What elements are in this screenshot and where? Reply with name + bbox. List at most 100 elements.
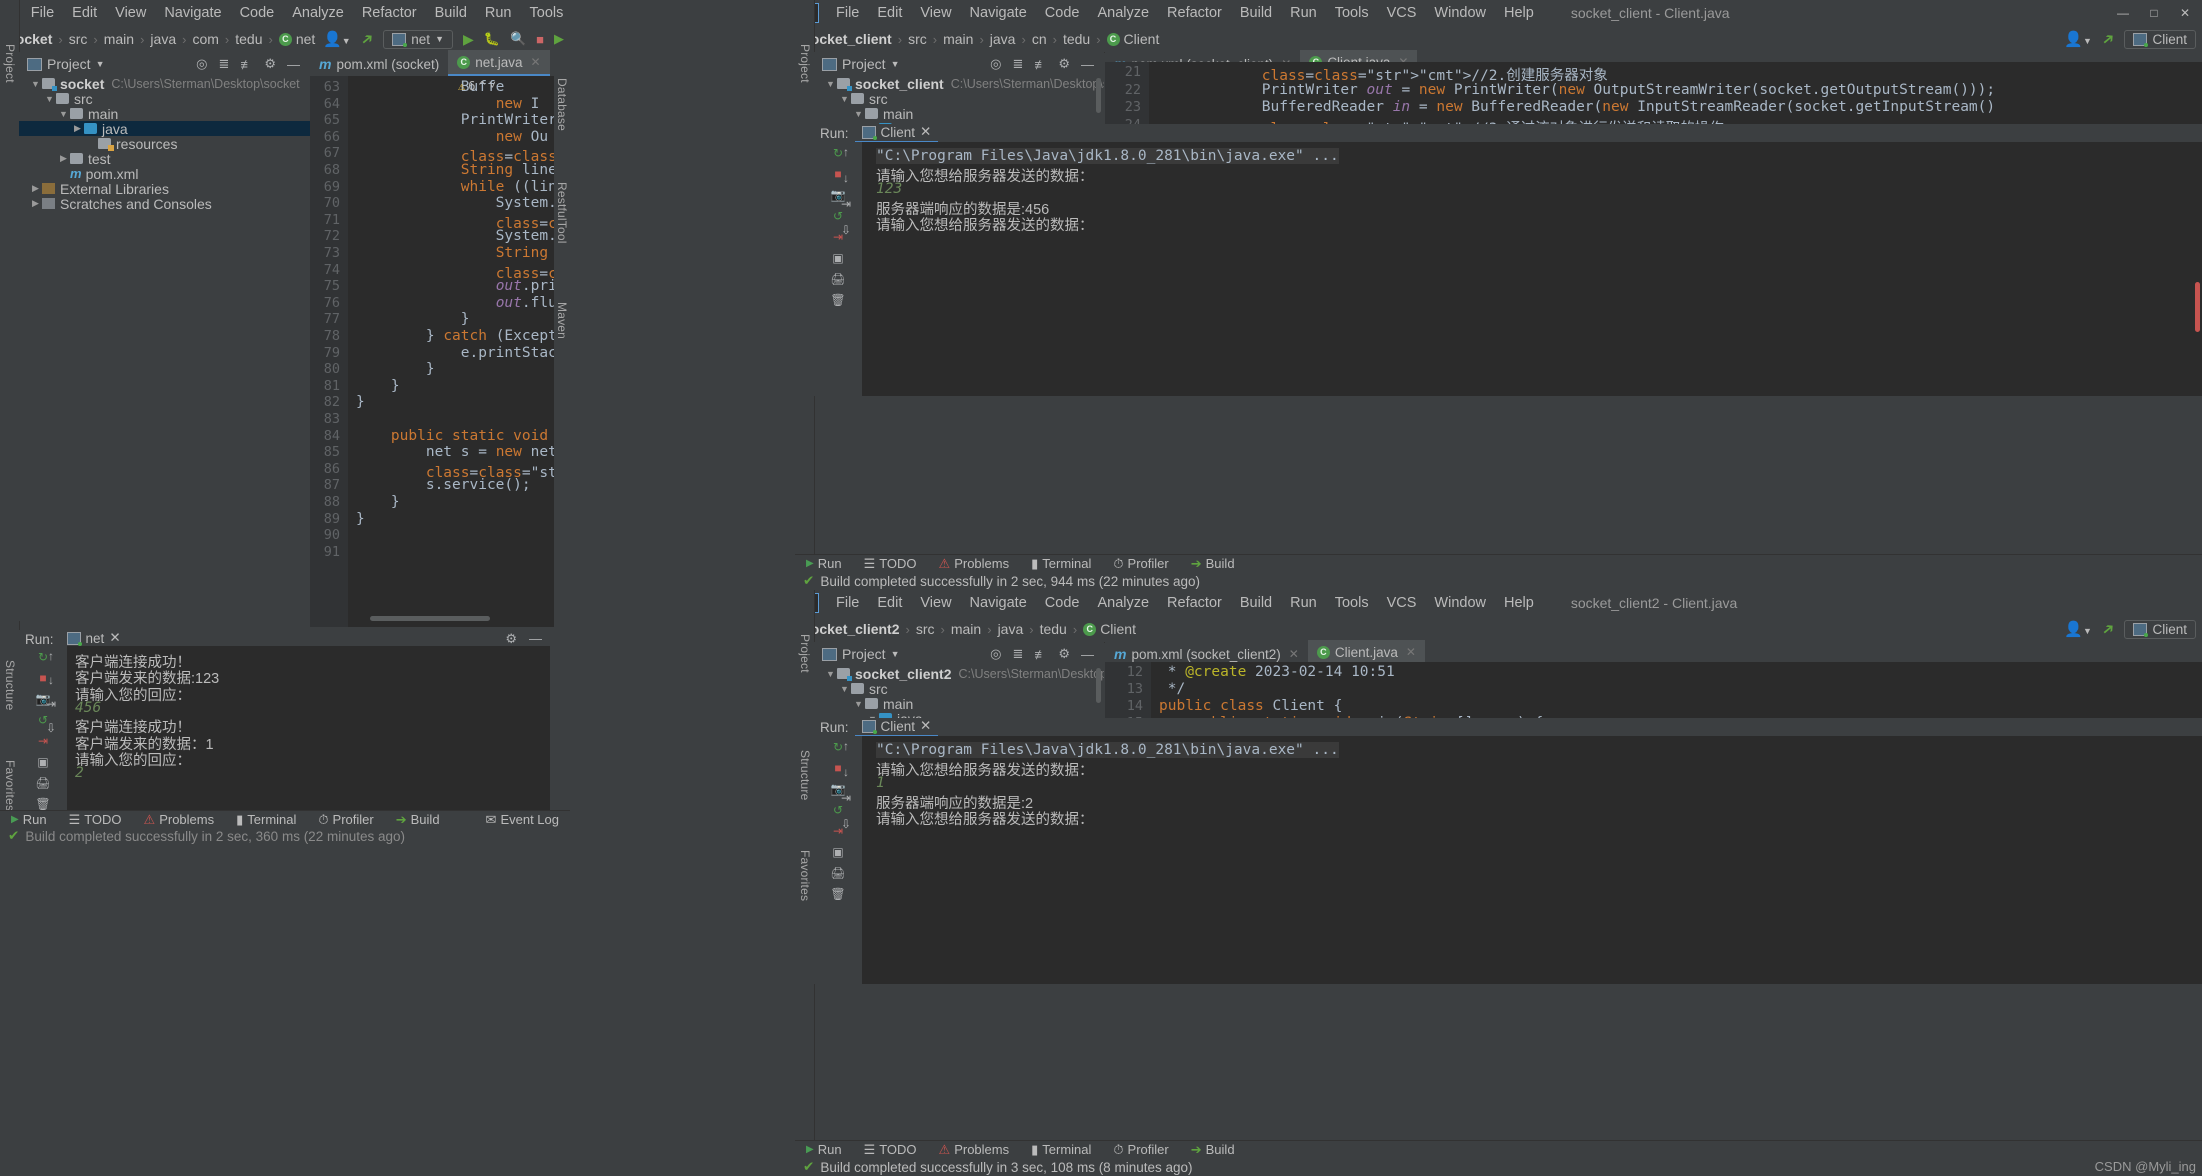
status-run-button[interactable]: ▶ Run — [795, 556, 853, 571]
tree-node-java[interactable]: ▶ java — [19, 121, 310, 137]
tree-node[interactable]: ▼ socket_client2 C:\Users\Sterman\Deskto… — [814, 666, 1104, 682]
event-log-button[interactable]: ✉ Event Log — [475, 812, 570, 828]
build-hammer-icon[interactable]: ➔ — [2098, 618, 2119, 640]
breadcrumb-java[interactable]: java — [998, 621, 1024, 637]
status-todo-button[interactable]: ☰ TODO — [853, 556, 928, 572]
code-line[interactable]: } — [356, 494, 400, 510]
code-line[interactable]: s.service(); — [356, 477, 531, 493]
menu-tools[interactable]: Tools — [1326, 5, 1378, 21]
tab-net-java[interactable]: C net.java ✕ — [448, 50, 550, 76]
code-line[interactable]: } — [356, 361, 435, 377]
editor-window2[interactable]: 2122232425 class=class="str">"cmt">//2.创… — [1105, 62, 2202, 127]
locate-icon[interactable]: ◎ — [990, 646, 1001, 662]
status-profiler-button[interactable]: ⏱ Profiler — [307, 812, 384, 828]
settings-gear-icon[interactable]: ⚙ — [505, 631, 517, 647]
tree-node[interactable]: ▼ main — [19, 106, 310, 122]
settings-gear-icon[interactable]: ⚙ — [1058, 56, 1070, 72]
close-icon[interactable]: ✕ — [1289, 647, 1299, 661]
menu-code[interactable]: Code — [1036, 595, 1089, 611]
breadcrumb-main[interactable]: main — [104, 31, 134, 47]
window-socket-client2[interactable]: IJ File Edit View Navigate Code Analyze … — [795, 590, 2202, 1176]
status-run-button[interactable]: ▶ Run — [0, 812, 58, 827]
chevron-down-icon[interactable]: ▼ — [824, 79, 837, 89]
strip-restfultool[interactable]: RestfulTool — [555, 182, 569, 244]
menu-view[interactable]: View — [106, 5, 155, 21]
menu-tools[interactable]: Tools — [1326, 595, 1378, 611]
menu-vcs[interactable]: VCS — [1378, 5, 1426, 21]
project-tool-title[interactable]: Project ▼ — [814, 646, 900, 662]
chevron-down-icon[interactable]: ▼ — [838, 94, 851, 104]
menu-help[interactable]: Help — [1495, 595, 1543, 611]
code-line[interactable]: } — [356, 394, 365, 410]
expand-all-icon[interactable]: ≣ — [1012, 646, 1023, 662]
code-line[interactable]: System.out — [356, 195, 570, 211]
minimize-button[interactable]: — — [2110, 4, 2136, 22]
hide-panel-icon[interactable]: — — [1081, 647, 1094, 662]
code-line[interactable]: } catch (Exception — [356, 328, 570, 344]
menu-run[interactable]: Run — [1281, 5, 1326, 21]
code-line[interactable]: } — [356, 378, 400, 394]
expand-all-icon[interactable]: ≣ — [1012, 56, 1023, 72]
menu-edit[interactable]: Edit — [868, 5, 911, 21]
locate-icon[interactable]: ◎ — [990, 56, 1001, 72]
menu-vcs[interactable]: VCS — [1378, 595, 1426, 611]
menu-navigate[interactable]: Navigate — [961, 5, 1036, 21]
tree-node[interactable]: ▼ main — [814, 696, 1104, 712]
locate-icon[interactable]: ◎ — [196, 56, 207, 72]
scroll-down-icon[interactable]: ↓ — [48, 673, 54, 687]
strip-favorites[interactable]: Favorites — [798, 850, 812, 901]
code-line[interactable]: System.out — [356, 228, 570, 244]
tree-node[interactable]: ▶ Scratches and Consoles — [19, 196, 310, 212]
close-icon[interactable]: ✕ — [109, 630, 120, 646]
menu-refactor[interactable]: Refactor — [1158, 595, 1231, 611]
scroll-end-icon[interactable]: ⇩ — [841, 817, 851, 831]
chevron-right-icon[interactable]: ▶ — [71, 123, 84, 134]
menu-analyze[interactable]: Analyze — [1088, 595, 1158, 611]
tab-pom-xml-socket[interactable]: m pom.xml (socket) — [310, 52, 448, 76]
code-line[interactable]: new Ou — [356, 129, 548, 145]
user-icon[interactable]: 👤▼ — [2064, 620, 2092, 638]
tree-vscrollbar-window2[interactable] — [1096, 78, 1101, 113]
scroll-end-icon[interactable]: ⇩ — [46, 721, 56, 735]
menu-code[interactable]: Code — [1036, 5, 1089, 21]
menu-edit[interactable]: Edit — [868, 595, 911, 611]
window-socket-client[interactable]: IJ File Edit View Navigate Code Analyze … — [795, 0, 2202, 590]
soft-wrap-icon[interactable]: ⇥ — [841, 791, 851, 805]
run-tab-client[interactable]: Client ✕ — [854, 123, 939, 143]
collapse-all-icon[interactable]: ≢ — [1034, 647, 1047, 662]
strip-project[interactable]: Project — [798, 634, 812, 673]
run-button[interactable]: ▶ — [463, 31, 474, 48]
build-hammer-icon[interactable]: ➔ — [356, 28, 378, 50]
breadcrumb-main[interactable]: main — [943, 31, 973, 47]
editor-window3[interactable]: 1213141516 * @create 2023-02-14 10:51 */… — [1105, 662, 2202, 720]
chevron-down-icon[interactable]: ▼ — [29, 79, 42, 89]
code-line[interactable]: out.printl — [356, 278, 570, 294]
status-problems-button[interactable]: ⚠ Problems — [928, 556, 1021, 572]
code-line[interactable]: } — [356, 311, 470, 327]
soft-wrap-icon[interactable]: ⇥ — [46, 697, 56, 711]
window-socket[interactable]: IJ File Edit View Navigate Code Analyze … — [0, 0, 570, 845]
breadcrumb-client[interactable]: Client — [1124, 31, 1160, 47]
editor-window1[interactable]: 63 64 65 66 67 68 69 70 71 72 73 74 75 76 77 78 79 80 81 82… — [310, 76, 570, 627]
status-run-button[interactable]: ▶ Run — [795, 1142, 853, 1157]
menu-analyze[interactable]: Analyze — [283, 5, 353, 21]
run-tab-client[interactable]: Client ✕ — [854, 717, 939, 737]
breadcrumb-client[interactable]: Client — [1100, 621, 1136, 637]
next-highlight-icon[interactable]: ˅ — [489, 78, 496, 93]
menu-navigate[interactable]: Navigate — [155, 5, 230, 21]
menu-view[interactable]: View — [911, 5, 960, 21]
breadcrumb-com[interactable]: com — [192, 31, 218, 47]
chevron-down-icon[interactable]: ▼ — [824, 669, 837, 679]
menu-file[interactable]: File — [827, 5, 868, 21]
project-tree-window2[interactable]: ▼ socket_client C:\Users\Sterman\Desktop… — [814, 76, 1104, 126]
breadcrumb-java[interactable]: java — [990, 31, 1016, 47]
chevron-down-icon[interactable]: ▼ — [852, 109, 865, 119]
scroll-end-icon[interactable]: ⇩ — [841, 223, 851, 237]
tree-node[interactable]: ▶ test — [19, 151, 310, 167]
breadcrumb-src[interactable]: src — [69, 31, 88, 47]
tree-node[interactable]: ▼ src — [19, 91, 310, 107]
user-icon[interactable]: 👤▼ — [323, 30, 351, 48]
close-icon[interactable]: ✕ — [1406, 645, 1416, 659]
console-vscrollbar-window2[interactable] — [2195, 282, 2200, 332]
chevron-down-icon[interactable]: ▼ — [852, 699, 865, 709]
